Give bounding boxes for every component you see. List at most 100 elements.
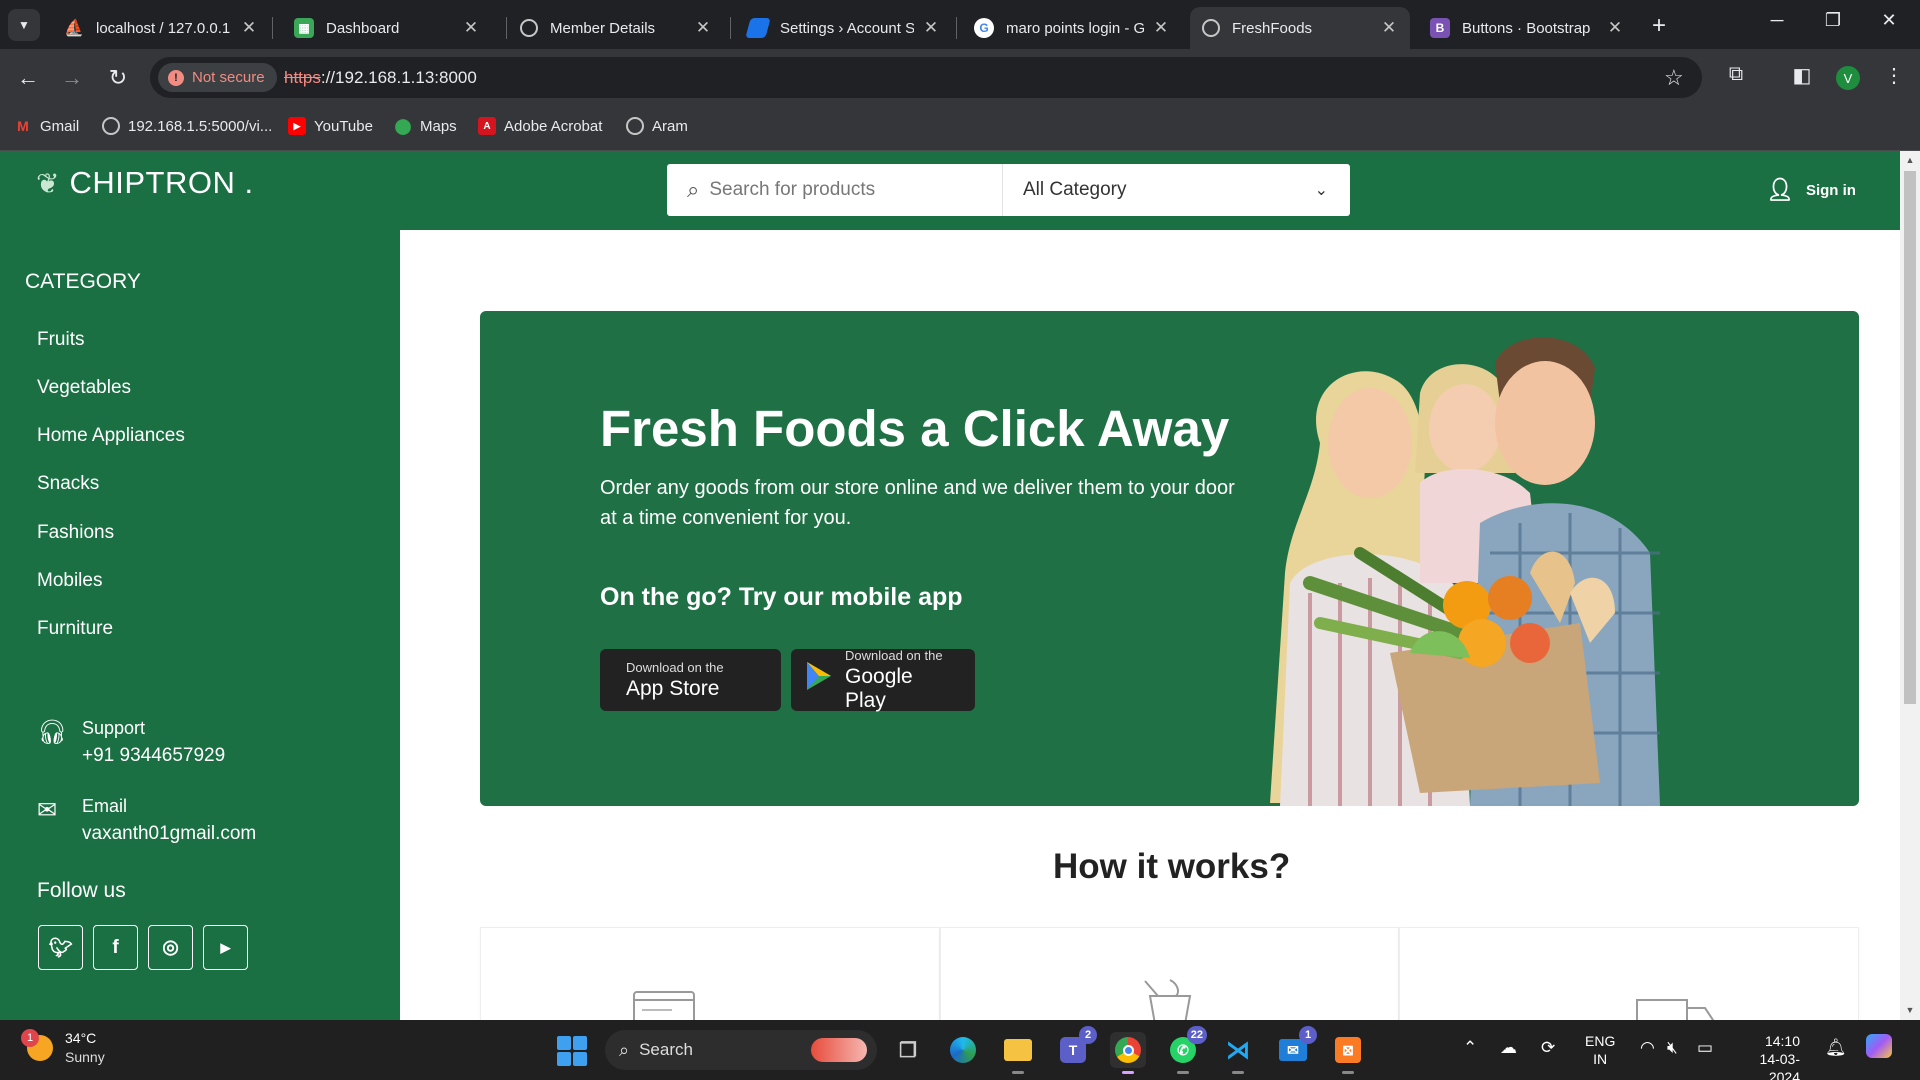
scroll-down-arrow-icon[interactable]: ▼ — [1900, 1005, 1920, 1015]
category-item-home-appliances[interactable]: Home Appliances — [37, 425, 185, 447]
xampp-button[interactable]: ⊠ — [1330, 1032, 1366, 1074]
site-logo[interactable]: ❦ CHIPTRON . — [36, 165, 254, 201]
support-contact: 🎧︎ Support +91 9344657929 — [37, 718, 225, 767]
facebook-button[interactable]: f — [93, 925, 138, 970]
tab-bootstrap[interactable]: B Buttons · Bootstrap ✕ — [1418, 7, 1636, 49]
new-tab-button[interactable]: + — [1652, 12, 1666, 40]
extensions-icon[interactable]: ⧉ — [1722, 63, 1750, 86]
tab-freshfoods[interactable]: FreshFoods ✕ — [1190, 7, 1410, 49]
speaker-muted-icon[interactable]: 🔇︎ — [1667, 1038, 1678, 1058]
orange — [1458, 619, 1506, 667]
close-icon[interactable]: ✕ — [462, 18, 480, 38]
start-tile — [557, 1036, 571, 1050]
clock-time: 14:10 — [1764, 1033, 1800, 1049]
bookmark-maps[interactable]: ⬤ Maps — [394, 117, 457, 136]
weather-widget[interactable]: 1 34°C Sunny — [21, 1028, 105, 1065]
instagram-button[interactable]: ◎ — [148, 925, 193, 970]
tab-phpmyadmin[interactable]: ⛵ localhost / 127.0.0.1 / ✕ — [52, 7, 270, 49]
close-window-icon[interactable]: ✕ — [1874, 10, 1904, 31]
tab-search-button[interactable]: ▼ — [8, 9, 40, 41]
battery-icon[interactable]: ▭ — [1697, 1038, 1713, 1058]
wifi-icon[interactable]: ◠ — [1640, 1038, 1655, 1058]
shopping-basket-icon — [1143, 979, 1191, 1020]
security-chip[interactable]: ! Not secure — [158, 63, 277, 92]
running-indicator — [1122, 1071, 1134, 1074]
copilot-icon[interactable] — [1866, 1034, 1892, 1058]
category-item-fashions[interactable]: Fashions — [37, 522, 114, 544]
taskbar-search[interactable]: ⌕ Search — [605, 1030, 877, 1070]
weather-temperature: 34°C — [65, 1030, 97, 1046]
bookmark-gmail[interactable]: M Gmail — [14, 117, 79, 135]
close-icon[interactable]: ✕ — [240, 18, 258, 38]
edge-button[interactable] — [945, 1032, 981, 1068]
category-item-fruits[interactable]: Fruits — [37, 329, 85, 351]
system-clock[interactable]: 14:10 14-03-2024 — [1738, 1032, 1800, 1080]
category-item-vegetables[interactable]: Vegetables — [37, 377, 131, 399]
close-icon[interactable]: ✕ — [922, 18, 940, 38]
task-view-button[interactable]: ❐ — [890, 1032, 926, 1068]
sync-icon[interactable]: ⟳ — [1541, 1038, 1555, 1058]
scroll-up-arrow-icon[interactable]: ▲ — [1900, 155, 1920, 165]
vscode-button[interactable]: ⋊ — [1220, 1032, 1256, 1074]
headset-icon: 🎧︎ — [37, 719, 68, 746]
sign-in-link[interactable]: 👤︎ Sign in — [1766, 177, 1856, 203]
side-panel-icon[interactable]: ◧ — [1788, 63, 1816, 88]
minimize-icon[interactable]: ─ — [1762, 10, 1792, 31]
tab-member-details[interactable]: Member Details ✕ — [508, 7, 724, 49]
search-field-wrapper: ⌕ — [667, 164, 1003, 216]
bookmark-youtube[interactable]: ▶ YouTube — [288, 117, 373, 135]
category-item-furniture[interactable]: Furniture — [37, 618, 113, 640]
browser-window-icon — [633, 991, 696, 1020]
bookmark-aram[interactable]: Aram — [626, 117, 688, 135]
scrollbar-thumb[interactable] — [1904, 171, 1916, 704]
close-icon[interactable]: ✕ — [1380, 18, 1398, 38]
mail-button[interactable]: ✉ 1 — [1275, 1026, 1317, 1068]
restore-icon[interactable]: ❐ — [1818, 10, 1848, 31]
copilot-logo — [1866, 1034, 1892, 1058]
tab-dashboard[interactable]: ▦ Dashboard ✕ — [282, 7, 492, 49]
bookmark-label: Maps — [420, 117, 457, 135]
support-phone[interactable]: +91 9344657929 — [82, 745, 225, 767]
bookmark-local-server[interactable]: 192.168.1.5:5000/vi... — [102, 117, 272, 135]
bookmark-acrobat[interactable]: A Adobe Acrobat — [478, 117, 602, 135]
url-text[interactable]: https://192.168.1.13:8000 — [284, 68, 477, 88]
star-icon[interactable]: ☆ — [1664, 65, 1684, 91]
tab-settings[interactable]: Settings › Account Se ✕ — [736, 7, 952, 49]
page-scrollbar[interactable]: ▲ ▼ — [1900, 151, 1920, 1020]
file-explorer-button[interactable] — [1000, 1032, 1036, 1074]
sun-icon: 1 — [21, 1028, 53, 1061]
notification-bell-icon[interactable]: 🔔︎ — [1825, 1038, 1847, 1058]
close-icon[interactable]: ✕ — [1606, 18, 1624, 38]
chevron-up-icon[interactable]: ⌃ — [1463, 1038, 1477, 1058]
instagram-icon: ◎ — [162, 937, 179, 958]
whatsapp-button[interactable]: ✆ 22 — [1165, 1026, 1207, 1074]
profile-avatar[interactable]: V — [1836, 66, 1860, 90]
teams-button[interactable]: T2 — [1055, 1026, 1097, 1068]
close-icon[interactable]: ✕ — [694, 18, 712, 38]
email-contact: ✉ Email vaxanth01gmail.com — [37, 796, 256, 845]
tab-title: Member Details — [550, 19, 656, 37]
bootstrap-icon: B — [1430, 18, 1450, 38]
tab-google-search[interactable]: G maro points login - G ✕ — [962, 7, 1182, 49]
category-dropdown[interactable]: All Category ⌄ — [1003, 164, 1350, 216]
language-indicator[interactable]: ENG IN — [1585, 1032, 1615, 1068]
forward-arrow-icon[interactable]: → — [58, 65, 86, 91]
category-item-snacks[interactable]: Snacks — [37, 473, 99, 495]
chrome-button[interactable] — [1110, 1032, 1146, 1074]
google-play-button[interactable]: Download on the Google Play — [791, 648, 975, 712]
address-bar[interactable]: ! Not secure https://192.168.1.13:8000 ☆ — [150, 57, 1702, 98]
search-input[interactable] — [709, 179, 970, 201]
close-icon[interactable]: ✕ — [1152, 18, 1170, 38]
youtube-button[interactable]: ▶ — [203, 925, 248, 970]
onedrive-cloud-icon[interactable]: ☁ — [1500, 1038, 1517, 1058]
windows-start-button[interactable] — [557, 1036, 587, 1066]
email-address[interactable]: vaxanth01gmail.com — [82, 823, 256, 845]
category-item-mobiles[interactable]: Mobiles — [37, 570, 102, 592]
twitter-button[interactable]: 🐦︎ — [38, 925, 83, 970]
back-arrow-icon[interactable]: ← — [14, 65, 42, 91]
reload-icon[interactable]: ↻ — [104, 65, 132, 91]
app-store-button[interactable]: Download on the App Store — [600, 649, 781, 711]
bookmark-label: Aram — [652, 117, 688, 135]
app-store-label: App Store — [626, 676, 720, 700]
more-menu-icon[interactable]: ⋮ — [1880, 63, 1908, 88]
